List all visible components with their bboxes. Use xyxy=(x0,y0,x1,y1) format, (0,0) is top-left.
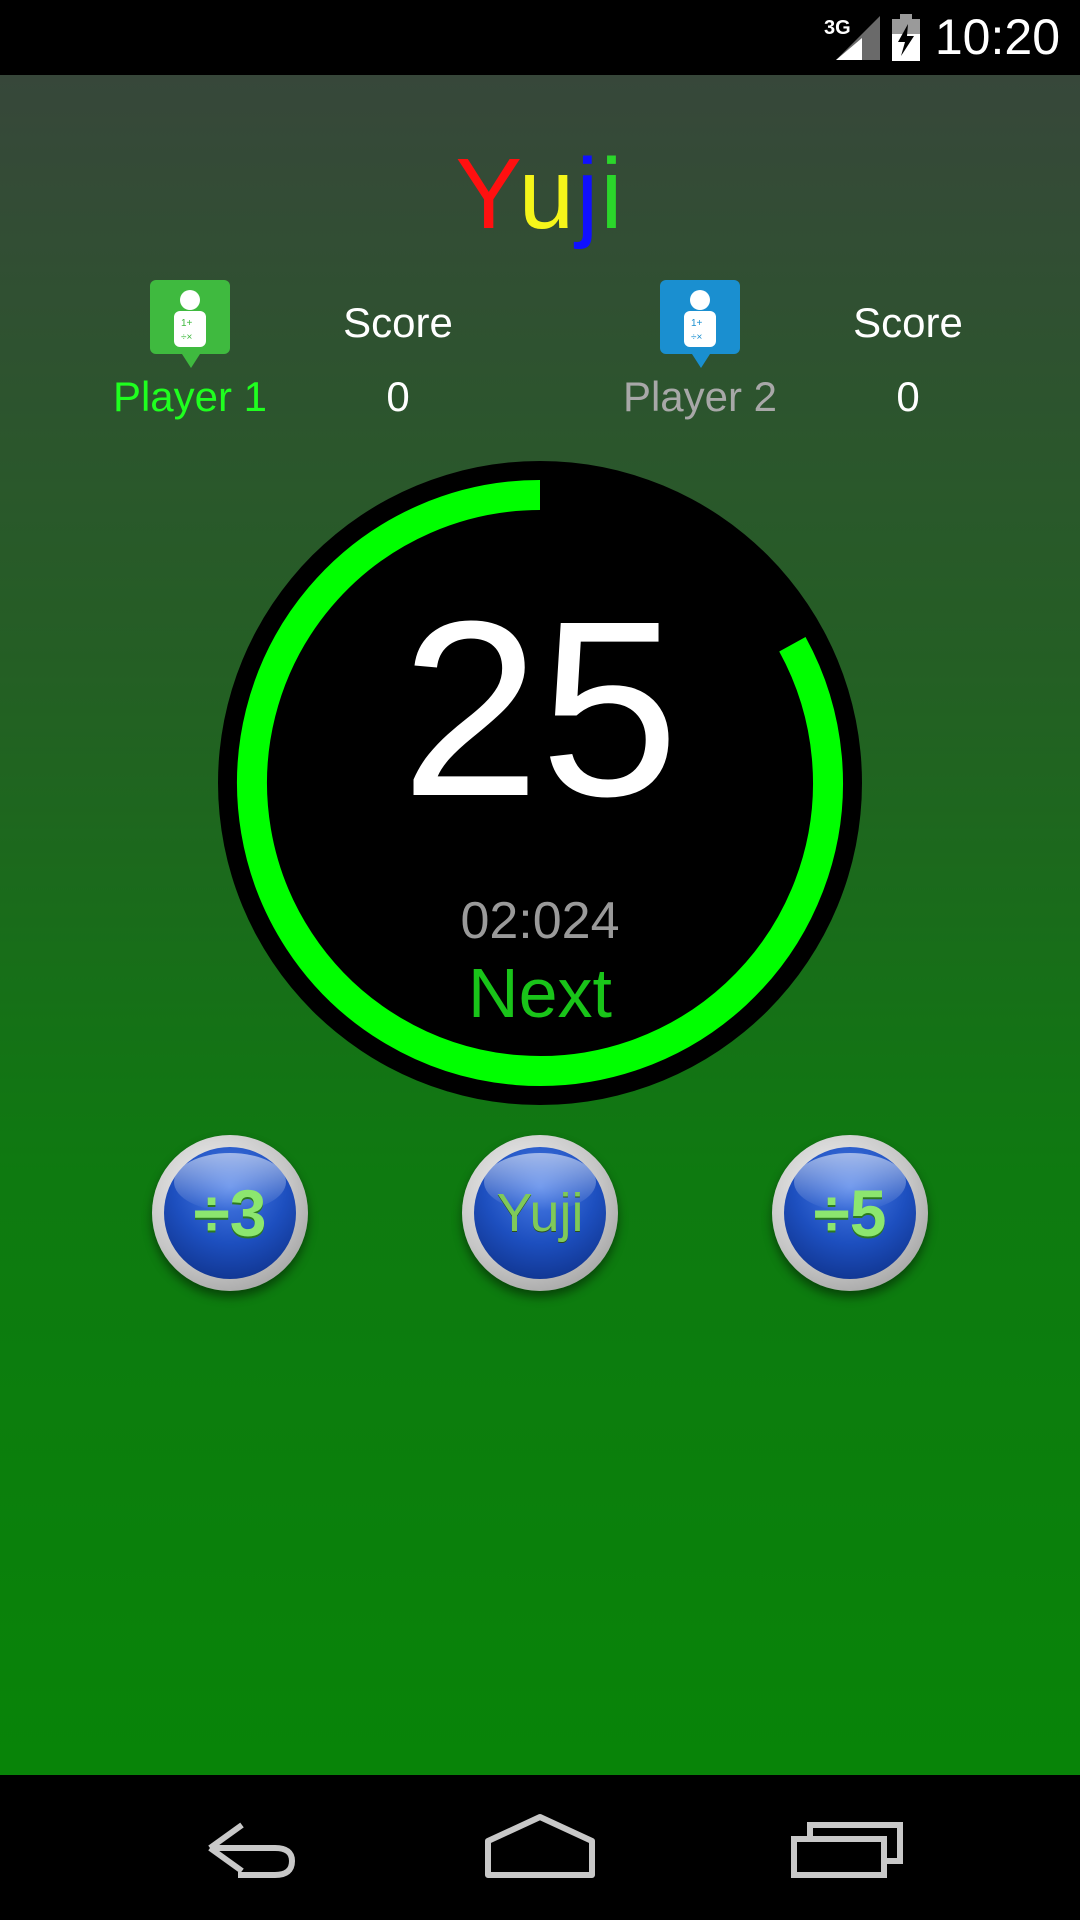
divide-by-3-button[interactable]: ÷3 xyxy=(152,1135,308,1291)
svg-text:1+: 1+ xyxy=(691,318,703,329)
divide-by-3-label: ÷3 xyxy=(193,1176,267,1250)
title-letter: Y xyxy=(455,138,519,250)
home-icon[interactable] xyxy=(480,1803,600,1893)
navigation-bar xyxy=(0,1775,1080,1920)
game-screen: Yuji 1+ ÷× Player 1 Score 0 1+ ÷× Player… xyxy=(0,75,1080,1775)
app-title: Yuji xyxy=(0,137,1080,252)
title-letter: i xyxy=(600,138,625,250)
yuji-button[interactable]: Yuji xyxy=(462,1135,618,1291)
player-1-icon: 1+ ÷× xyxy=(150,280,230,368)
player-2-name: Player 2 xyxy=(622,373,778,420)
svg-text:÷×: ÷× xyxy=(181,332,192,343)
title-letter: u xyxy=(518,138,577,250)
player-1-score: 0 xyxy=(386,373,410,420)
player-2-icon: 1+ ÷× xyxy=(660,280,740,368)
countdown-number: 25 xyxy=(400,569,680,848)
network-type: 3G xyxy=(824,17,851,39)
status-bar: 3G 10:20 xyxy=(0,0,1080,75)
divide-by-5-button[interactable]: ÷5 xyxy=(772,1135,928,1291)
recents-icon[interactable] xyxy=(788,1803,908,1893)
player-2-score-label: Score xyxy=(853,299,963,346)
person-icon: 1+ ÷× xyxy=(684,290,716,347)
battery-charging-icon xyxy=(892,14,920,61)
title-letter: j xyxy=(576,138,601,250)
clock: 10:20 xyxy=(934,9,1060,65)
elapsed-time: 02:024 xyxy=(460,892,620,950)
svg-text:÷×: ÷× xyxy=(691,332,702,343)
player-2-score: 0 xyxy=(896,373,920,420)
back-icon[interactable] xyxy=(180,1803,300,1893)
signal-3g-icon: 3G xyxy=(824,16,880,60)
person-icon: 1+ ÷× xyxy=(174,290,206,347)
divide-by-5-label: ÷5 xyxy=(813,1176,887,1250)
player-1-name: Player 1 xyxy=(112,373,268,420)
yuji-label: Yuji xyxy=(496,1183,584,1243)
timer-dial: 25 02:024 Next xyxy=(216,459,864,1107)
player-1-score-label: Score xyxy=(343,299,453,346)
next-button[interactable]: Next xyxy=(440,953,640,1033)
svg-text:1+: 1+ xyxy=(181,318,193,329)
